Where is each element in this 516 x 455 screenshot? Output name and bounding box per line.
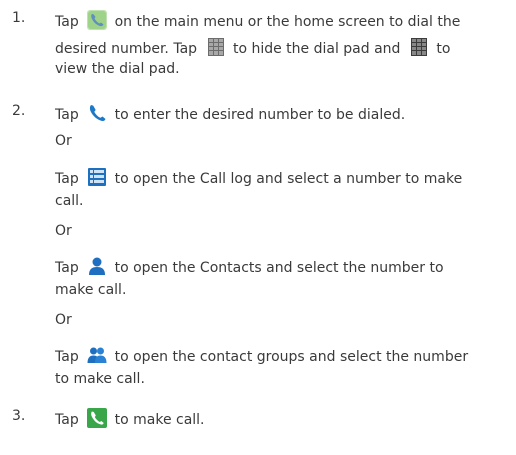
call-log-icon <box>87 167 107 187</box>
dialer-icon <box>87 103 107 123</box>
step-1-line-1: Tap on the main menu or the home screen … <box>55 10 460 30</box>
step-1-line-3: view the dial pad. <box>55 61 180 77</box>
step-3-line-1: Tap to make call. <box>55 408 205 428</box>
contacts-line-1: Tap to open the Contacts and select the … <box>55 256 444 276</box>
or-separator-1: Or <box>55 133 72 149</box>
contact-groups-icon <box>87 345 107 365</box>
groups-line-2: to make call. <box>55 371 145 387</box>
step-1-line-2: desired number. Tap to hide the dial pad… <box>55 37 450 57</box>
groups-line-1: Tap to open the contact groups and selec… <box>55 345 468 365</box>
step-2-line-1: Tap to enter the desired number to be di… <box>55 103 405 123</box>
dialpad-hide-icon <box>206 37 226 57</box>
step-3-number: 3. <box>12 408 26 424</box>
instruction-document: 1. Tap on the main menu or the home scre… <box>0 0 516 455</box>
call-log-line-1: Tap to open the Call log and select a nu… <box>55 167 462 187</box>
step-1-number: 1. <box>12 10 26 26</box>
contacts-line-2: make call. <box>55 282 127 298</box>
call-log-line-2: call. <box>55 193 84 209</box>
contacts-icon <box>87 256 107 276</box>
call-icon <box>87 408 108 428</box>
or-separator-2: Or <box>55 223 72 239</box>
or-separator-3: Or <box>55 312 72 328</box>
dialpad-show-icon <box>409 37 429 57</box>
step-2-number: 2. <box>12 103 26 119</box>
phone-app-icon <box>87 10 108 30</box>
